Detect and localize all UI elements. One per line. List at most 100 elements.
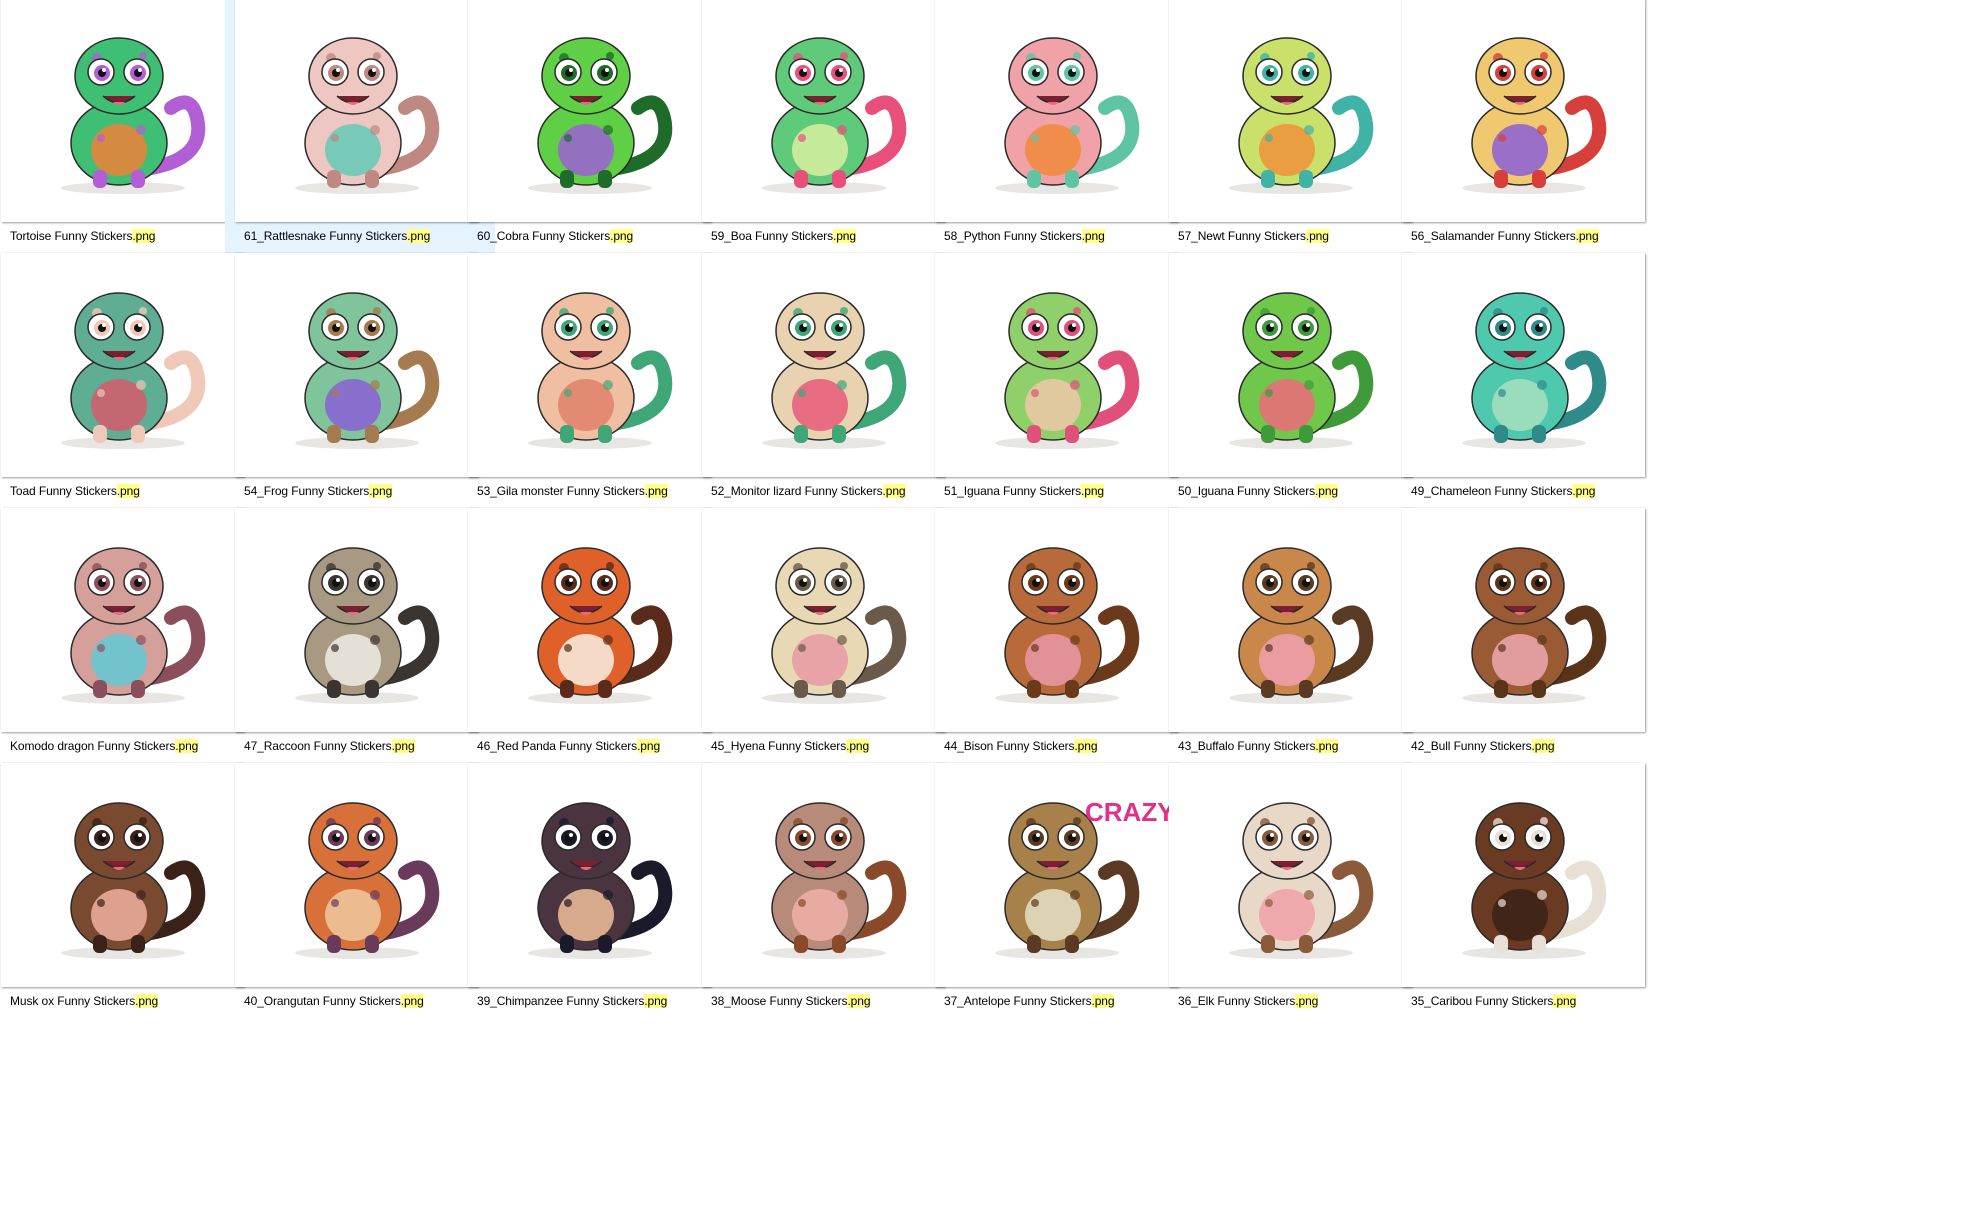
thumbnail[interactable] (1, 0, 244, 222)
thumbnail[interactable] (1402, 253, 1645, 477)
file-name-label[interactable]: 50_Iguana Funny Stickers.png (1178, 484, 1338, 498)
file-name-label[interactable]: 40_Orangutan Funny Stickers.png (244, 994, 424, 1008)
file-name-label[interactable]: 47_Raccoon Funny Stickers.png (244, 739, 415, 753)
thumbnail[interactable] (935, 0, 1178, 222)
file-name-label[interactable]: 61_Rattlesnake Funny Stickers.png (244, 229, 430, 243)
thumbnail[interactable] (468, 0, 711, 222)
file-item[interactable]: 46_Red Panda Funny Stickers.png (458, 508, 728, 804)
file-name-label[interactable]: 43_Buffalo Funny Stickers.png (1178, 739, 1338, 753)
file-name-label[interactable]: 59_Boa Funny Stickers.png (711, 229, 856, 243)
thumbnail[interactable] (1169, 763, 1412, 987)
thumbnail[interactable] (935, 253, 1178, 477)
thumbnail[interactable] (235, 763, 478, 987)
file-name: 44_Bison Funny Stickers (944, 739, 1075, 753)
file-extension-highlight: .png (1074, 739, 1098, 753)
thumbnail[interactable] (1, 508, 244, 732)
file-extension-highlight: .png (391, 739, 415, 753)
thumbnail[interactable] (1402, 508, 1645, 732)
file-name-label[interactable]: Musk ox Funny Stickers.png (10, 994, 158, 1008)
thumbnail[interactable] (1169, 0, 1412, 222)
thumbnail[interactable] (702, 253, 945, 477)
file-item[interactable]: 51_Iguana Funny Stickers.png (925, 253, 1195, 549)
file-item[interactable]: 42_Bull Funny Stickers.png (1392, 508, 1662, 804)
file-name: Musk ox Funny Stickers (10, 994, 136, 1008)
file-name-label[interactable]: 53_Gila monster Funny Stickers.png (477, 484, 668, 498)
file-item[interactable]: Tortoise Funny Stickers.png (0, 0, 261, 294)
file-name-label[interactable]: 60_Cobra Funny Stickers.png (477, 229, 633, 243)
file-name-label[interactable]: 46_Red Panda Funny Stickers.png (477, 739, 660, 753)
file-name-label[interactable]: 36_Elk Funny Stickers.png (1178, 994, 1318, 1008)
file-item[interactable]: 39_Chimpanzee Funny Stickers.png (458, 763, 728, 1059)
thumbnail[interactable] (235, 253, 478, 477)
file-name: 37_Antelope Funny Stickers (944, 994, 1092, 1008)
file-name-label[interactable]: Tortoise Funny Stickers.png (10, 229, 155, 243)
file-name: 51_Iguana Funny Stickers (944, 484, 1082, 498)
thumbnail[interactable] (468, 253, 711, 477)
file-name-label[interactable]: 54_Frog Funny Stickers.png (244, 484, 392, 498)
file-item[interactable]: 43_Buffalo Funny Stickers.png (1159, 508, 1429, 804)
file-extension-highlight: .png (637, 739, 661, 753)
file-item[interactable]: 52_Monitor lizard Funny Stickers.png (692, 253, 962, 549)
file-item[interactable]: Toad Funny Stickers.png (0, 253, 261, 549)
file-name-label[interactable]: 51_Iguana Funny Stickers.png (944, 484, 1104, 498)
file-item[interactable]: Musk ox Funny Stickers.png (0, 763, 261, 1059)
file-item[interactable]: 47_Raccoon Funny Stickers.png (225, 508, 495, 804)
file-extension-highlight: .png (407, 229, 431, 243)
newt-icon (1229, 37, 1374, 194)
gila-monster-icon (528, 292, 673, 449)
file-name-label[interactable]: 39_Chimpanzee Funny Stickers.png (477, 994, 667, 1008)
file-item[interactable]: 50_Iguana Funny Stickers.png (1159, 253, 1429, 549)
file-name: 54_Frog Funny Stickers (244, 484, 370, 498)
file-item[interactable]: 60_Cobra Funny Stickers.png (458, 0, 728, 294)
file-item[interactable]: 49_Chameleon Funny Stickers.png (1392, 253, 1662, 549)
file-name-label[interactable]: 35_Caribou Funny Stickers.png (1411, 994, 1576, 1008)
file-item[interactable]: CRAZY 37_Antelope Funny Stickers.png (925, 763, 1195, 1059)
file-item[interactable]: 38_Moose Funny Stickers.png (692, 763, 962, 1059)
musk-ox-icon (61, 802, 206, 959)
thumbnail[interactable]: CRAZY (935, 763, 1178, 987)
thumbnail[interactable] (235, 0, 478, 222)
thumbnail[interactable] (702, 0, 945, 222)
file-extension-highlight: .png (1553, 994, 1577, 1008)
file-item[interactable]: 61_Rattlesnake Funny Stickers.png (225, 0, 495, 294)
file-name-label[interactable]: 38_Moose Funny Stickers.png (711, 994, 871, 1008)
thumbnail[interactable] (1402, 0, 1645, 222)
file-name-label[interactable]: 58_Python Funny Stickers.png (944, 229, 1105, 243)
thumbnail[interactable] (1169, 253, 1412, 477)
file-name-label[interactable]: 57_Newt Funny Stickers.png (1178, 229, 1329, 243)
file-name-label[interactable]: 44_Bison Funny Stickers.png (944, 739, 1098, 753)
file-item[interactable]: 59_Boa Funny Stickers.png (692, 0, 962, 294)
thumbnail[interactable] (1402, 763, 1645, 987)
file-item[interactable]: 56_Salamander Funny Stickers.png (1392, 0, 1662, 294)
file-name-label[interactable]: 42_Bull Funny Stickers.png (1411, 739, 1555, 753)
thumbnail[interactable] (468, 763, 711, 987)
file-name-label[interactable]: Komodo dragon Funny Stickers.png (10, 739, 198, 753)
thumbnail[interactable] (1169, 508, 1412, 732)
file-item[interactable]: 58_Python Funny Stickers.png (925, 0, 1195, 294)
thumbnail[interactable] (702, 508, 945, 732)
file-name-label[interactable]: 52_Monitor lizard Funny Stickers.png (711, 484, 906, 498)
file-item[interactable]: 54_Frog Funny Stickers.png (225, 253, 495, 549)
thumbnail[interactable] (468, 508, 711, 732)
file-item[interactable]: 35_Caribou Funny Stickers.png (1392, 763, 1662, 1059)
bull-icon (1462, 547, 1607, 704)
file-name: 57_Newt Funny Stickers (1178, 229, 1306, 243)
thumbnail[interactable] (235, 508, 478, 732)
file-item[interactable]: 36_Elk Funny Stickers.png (1159, 763, 1429, 1059)
thumbnail[interactable] (935, 508, 1178, 732)
thumbnail[interactable] (702, 763, 945, 987)
file-item[interactable]: 57_Newt Funny Stickers.png (1159, 0, 1429, 294)
thumbnail[interactable] (1, 253, 244, 477)
file-name-label[interactable]: 56_Salamander Funny Stickers.png (1411, 229, 1599, 243)
file-name-label[interactable]: 45_Hyena Funny Stickers.png (711, 739, 869, 753)
file-name-label[interactable]: 37_Antelope Funny Stickers.png (944, 994, 1115, 1008)
file-item[interactable]: 40_Orangutan Funny Stickers.png (225, 763, 495, 1059)
file-name-label[interactable]: 49_Chameleon Funny Stickers.png (1411, 484, 1595, 498)
file-extension-highlight: .png (882, 484, 906, 498)
file-name-label[interactable]: Toad Funny Stickers.png (10, 484, 140, 498)
file-item[interactable]: Komodo dragon Funny Stickers.png (0, 508, 261, 804)
file-item[interactable]: 53_Gila monster Funny Stickers.png (458, 253, 728, 549)
file-item[interactable]: 45_Hyena Funny Stickers.png (692, 508, 962, 804)
file-item[interactable]: 44_Bison Funny Stickers.png (925, 508, 1195, 804)
thumbnail[interactable] (1, 763, 244, 987)
